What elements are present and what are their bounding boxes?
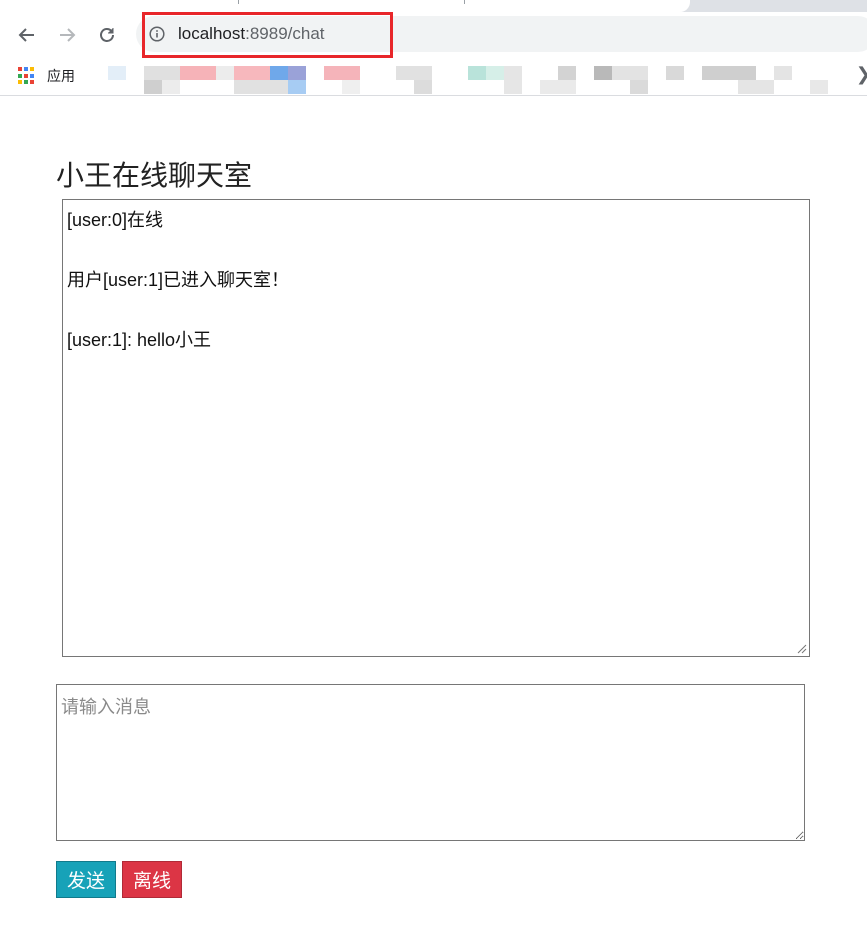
tab-separator: [464, 0, 465, 4]
url-text: localhost:8989/chat: [178, 24, 325, 44]
url-host: localhost: [178, 24, 246, 43]
forward-button[interactable]: [52, 20, 82, 50]
bookmarks-overflow-icon[interactable]: ❯: [856, 64, 867, 85]
chat-message: [user:1]: hello小王: [67, 330, 212, 350]
page-title: 小王在线聊天室: [56, 159, 253, 192]
apps-grid-icon: [18, 67, 36, 85]
send-button[interactable]: 发送: [56, 861, 116, 898]
tab-separator: [238, 0, 239, 4]
leave-button[interactable]: 离线: [122, 861, 182, 898]
chat-message: 用户[user:1]已进入聊天室！: [67, 270, 290, 290]
active-tab[interactable]: [0, 0, 690, 12]
url-path: :8989/chat: [245, 24, 325, 43]
site-info-icon[interactable]: [148, 25, 166, 43]
apps-shortcut[interactable]: 应用: [18, 66, 75, 86]
bookmarks-bar: 应用 ❯: [0, 58, 867, 96]
back-arrow-icon: [18, 28, 34, 42]
reload-icon: [100, 28, 114, 42]
blurred-bookmarks: [0, 62, 867, 94]
reload-button[interactable]: [92, 20, 122, 50]
address-bar[interactable]: localhost:8989/chat: [136, 16, 867, 52]
forward-arrow-icon: [60, 28, 76, 42]
chat-message: [user:0]在线: [67, 210, 164, 230]
apps-label: 应用: [47, 69, 75, 85]
browser-toolbar: localhost:8989/chat: [0, 12, 867, 58]
tab-strip: [0, 0, 867, 12]
chat-log[interactable]: [user:0]在线 用户[user:1]已进入聊天室！ [user:1]: h…: [62, 199, 810, 657]
back-button[interactable]: [12, 20, 42, 50]
message-input[interactable]: [56, 684, 805, 841]
